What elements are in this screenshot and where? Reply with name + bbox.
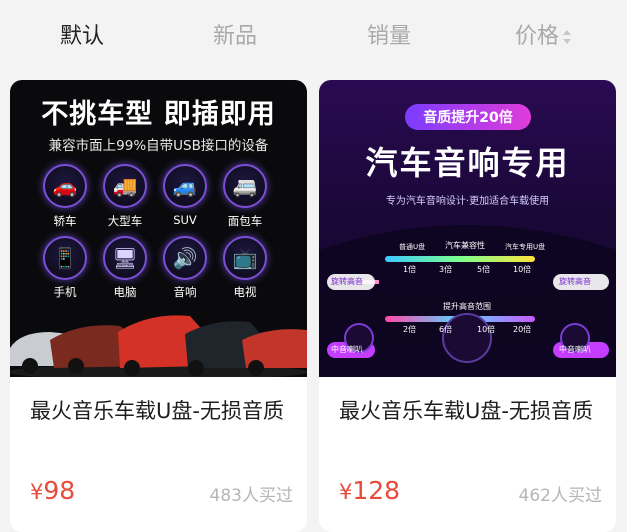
suv-icon: 🚙 (163, 164, 207, 208)
icon-label: 电视 (233, 285, 257, 299)
tick-label: 1倍 (403, 265, 417, 274)
icon-label: SUV (173, 213, 197, 227)
icon-label: 电脑 (113, 285, 137, 299)
tab-default[interactable]: 默认 (60, 18, 104, 50)
image-headline: 汽车音响专用 (365, 144, 570, 182)
van-icon: 🚐 (223, 164, 267, 208)
cars-illustration (10, 310, 307, 377)
product-price: ¥128 (339, 476, 400, 505)
tv-icon: 📺 (223, 236, 267, 280)
tag-right-bottom: 中音喇叭 (559, 345, 591, 354)
product-title[interactable]: 最火音乐车载U盘-无损音质 (30, 396, 292, 426)
currency-symbol: ¥ (30, 480, 44, 504)
product-price: ¥98 (30, 476, 75, 505)
row2-center-label: 提升高音范围 (443, 302, 491, 311)
image-subline: 兼容市面上99%自带USB接口的设备 (48, 138, 269, 154)
product-card[interactable]: 音质提升20倍 汽车音响专用 专为汽车音响设计·更加适合车载使用 普通U盘 汽车… (319, 80, 616, 532)
tick-label: 3倍 (439, 265, 453, 274)
image-badge: 音质提升20倍 (423, 110, 513, 126)
tag-right-top: 旋转高音 (559, 277, 591, 286)
price-value: 128 (352, 476, 401, 505)
sort-tabs: 默认 新品 销量 价格 (0, 0, 627, 68)
product-title[interactable]: 最火音乐车载U盘-无损音质 (339, 396, 601, 426)
image-subline: 专为汽车音响设计·更加适合车载使用 (385, 196, 550, 207)
tick-label: 2倍 (403, 325, 417, 334)
sold-count: 462人买过 (518, 486, 602, 506)
product-image[interactable]: 不挑车型 即插即用 兼容市面上99%自带USB接口的设备 🚗 🚚 🚙 🚐 轿车 … (10, 80, 307, 377)
tab-price-label: 价格 (515, 24, 560, 49)
speaker-icon: 🔊 (163, 236, 207, 280)
tab-price[interactable]: 价格 (515, 18, 572, 50)
product-image[interactable]: 音质提升20倍 汽车音响专用 专为汽车音响设计·更加适合车载使用 普通U盘 汽车… (319, 80, 616, 377)
product-card[interactable]: 不挑车型 即插即用 兼容市面上99%自带USB接口的设备 🚗 🚚 🚙 🚐 轿车 … (10, 80, 307, 532)
icon-label: 手机 (53, 285, 77, 299)
image-headline: 不挑车型 即插即用 (41, 99, 276, 130)
tick-label: 10倍 (513, 265, 532, 274)
icon-label: 面包车 (227, 214, 263, 228)
tab-new[interactable]: 新品 (213, 18, 257, 50)
row1-right-label: 汽车专用U盘 (505, 243, 546, 251)
icon-label: 大型车 (107, 214, 143, 228)
row1-center-label: 汽车兼容性 (445, 241, 485, 250)
tick-label: 6倍 (439, 325, 453, 334)
sort-arrows-icon (563, 29, 572, 45)
tick-label: 20倍 (513, 325, 532, 334)
car-icon: 🚗 (43, 164, 87, 208)
currency-symbol: ¥ (339, 480, 353, 504)
tab-sales[interactable]: 销量 (367, 18, 411, 50)
tag-left-bottom: 中音喇叭 (331, 345, 363, 354)
price-value: 98 (43, 476, 76, 505)
row1-left-label: 普通U盘 (399, 243, 426, 251)
truck-icon: 🚚 (103, 164, 147, 208)
phone-icon: 📱 (43, 236, 87, 280)
tick-label: 10倍 (477, 325, 496, 334)
computer-icon: 🖥 (103, 236, 147, 280)
tick-label: 5倍 (477, 265, 491, 274)
icon-label: 音响 (173, 285, 197, 299)
tag-left-top: 旋转高音 (331, 277, 363, 286)
sold-count: 483人买过 (209, 486, 293, 506)
icon-label: 轿车 (53, 214, 77, 228)
